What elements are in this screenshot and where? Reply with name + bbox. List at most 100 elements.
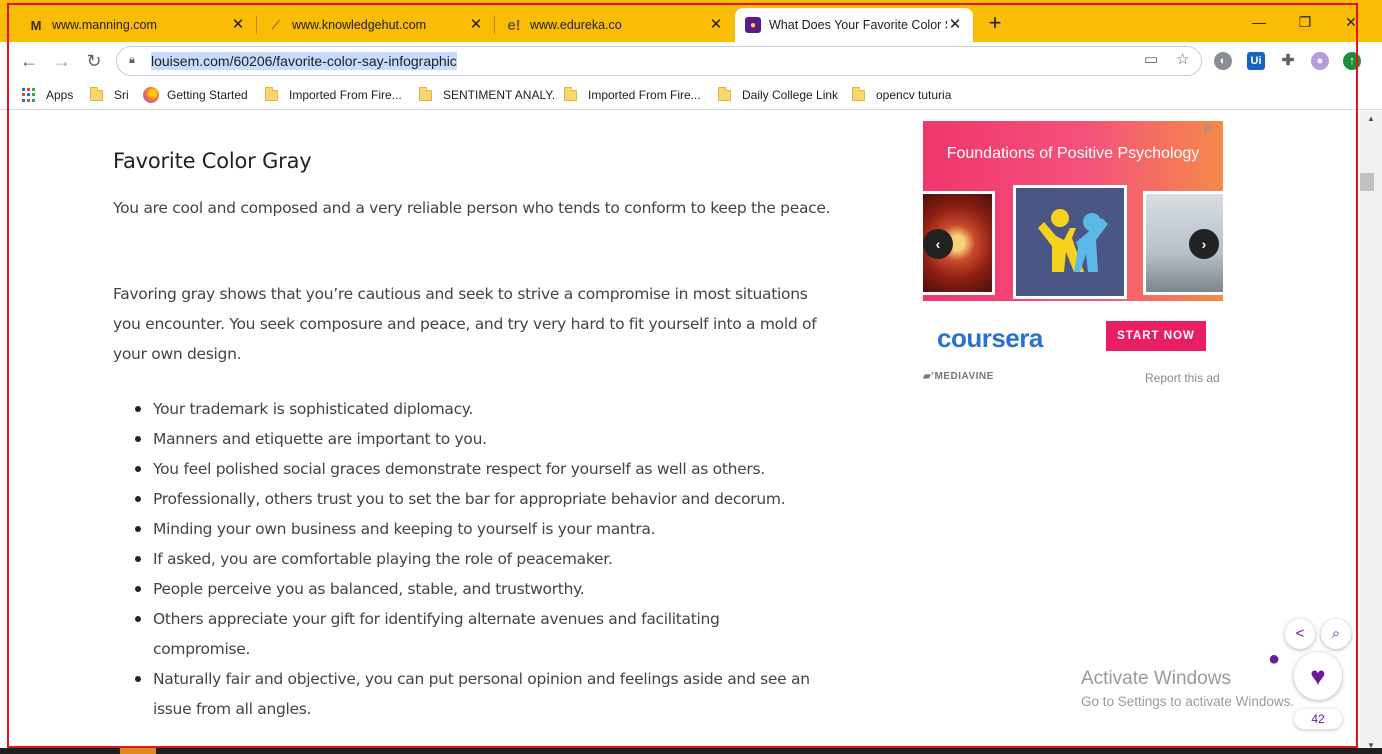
trait-list: Your trademark is sophisticated diplomac… xyxy=(133,394,833,724)
extension-uipath-icon[interactable]: Ui xyxy=(1247,52,1265,70)
bookmark-sentiment[interactable]: SENTIMENT ANALY. xyxy=(419,85,555,105)
people-celebrating-icon xyxy=(1038,209,1108,272)
bookmark-label: Daily College Link xyxy=(742,88,839,102)
profile-avatar-icon[interactable]: ● xyxy=(1311,52,1329,70)
close-icon[interactable]: ✕ xyxy=(708,17,724,33)
bookmark-label: opencv tuturia xyxy=(876,88,952,102)
vertical-scrollbar[interactable]: ▲ ▼ xyxy=(1360,111,1382,754)
new-tab-button[interactable]: + xyxy=(983,12,1007,36)
bookmark-sri[interactable]: Sri xyxy=(90,85,129,105)
firefox-icon xyxy=(143,87,159,103)
louisem-icon: ● xyxy=(745,17,761,33)
user-icon[interactable]: ● xyxy=(1259,644,1289,674)
cast-icon[interactable]: ▭ xyxy=(1144,50,1158,68)
close-icon[interactable]: ✕ xyxy=(230,17,246,33)
update-icon[interactable]: ↑ xyxy=(1343,52,1361,70)
bookmark-label: Getting Started xyxy=(167,88,248,102)
back-icon[interactable]: ← xyxy=(16,48,42,74)
folder-icon xyxy=(419,86,432,101)
ad-slide-image xyxy=(1013,185,1127,299)
maximize-button[interactable]: ❐ xyxy=(1282,10,1328,34)
section-heading: Favorite Color Gray xyxy=(113,149,312,173)
coursera-logo: coursera xyxy=(937,323,1043,353)
list-item: Minding your own business and keeping to… xyxy=(133,514,833,544)
ad-footer: coursera START NOW xyxy=(923,301,1223,371)
report-ad-link[interactable]: Report this ad xyxy=(1145,371,1220,385)
like-count: 42 xyxy=(1294,709,1342,729)
url-text[interactable]: louisem.com/60206/favorite-color-say-inf… xyxy=(151,52,457,70)
tab-knowledgehut[interactable]: ⟋ www.knowledgehut.com ✕ xyxy=(258,8,494,42)
minimize-button[interactable]: — xyxy=(1236,10,1282,34)
address-bar[interactable]: 🔒︎ louisem.com/60206/favorite-color-say-… xyxy=(116,46,1202,76)
tab-favorite-color[interactable]: ● What Does Your Favorite Color Say ✕ xyxy=(735,8,973,42)
page-content: Favorite Color Gray You are cool and com… xyxy=(0,111,1360,754)
activate-windows-title: Activate Windows xyxy=(1081,668,1231,689)
tab-edureka[interactable]: e! www.edureka.co ✕ xyxy=(496,8,734,42)
close-window-button[interactable]: ✕ xyxy=(1328,10,1374,34)
reload-icon[interactable]: ↻ xyxy=(81,48,107,74)
bookmark-opencv[interactable]: opencv tuturia xyxy=(852,85,951,105)
paragraph: You are cool and composed and a very rel… xyxy=(113,199,831,217)
bookmark-apps[interactable]: Apps xyxy=(22,85,73,105)
tab-title: www.knowledgehut.com xyxy=(292,18,427,32)
tab-title: www.edureka.co xyxy=(530,18,622,32)
activate-windows-subtitle: Go to Settings to activate Windows. xyxy=(1081,694,1295,709)
ad-hero: ▷ Foundations of Positive Psychology ‹ › xyxy=(923,121,1223,301)
bookmarks-bar: Apps Sri Getting Started Imported From F… xyxy=(0,80,1382,110)
start-now-button[interactable]: START NOW xyxy=(1106,321,1206,351)
knowledgehut-icon: ⟋ xyxy=(271,17,281,32)
taskbar xyxy=(0,748,1382,754)
search-icon[interactable]: ⌕ xyxy=(1321,619,1351,649)
list-item: Professionally, others trust you to set … xyxy=(133,484,833,514)
ad-title: Foundations of Positive Psychology xyxy=(946,145,1200,162)
extension-apple-icon[interactable]: ◐ xyxy=(1214,52,1232,70)
tab-title: www.manning.com xyxy=(52,18,157,32)
scroll-thumb[interactable] xyxy=(1360,173,1374,191)
list-item: Naturally fair and objective, you can pu… xyxy=(133,664,823,724)
bookmark-daily-college[interactable]: Daily College Link xyxy=(718,85,838,105)
list-item: Manners and etiquette are important to y… xyxy=(133,424,833,454)
tab-strip: M www.manning.com ✕ ⟋ www.knowledgehut.c… xyxy=(0,0,1382,42)
bookmark-star-icon[interactable]: ☆ xyxy=(1176,50,1189,68)
close-icon[interactable]: ✕ xyxy=(468,17,484,33)
edureka-icon: e! xyxy=(507,16,521,34)
folder-icon xyxy=(265,86,278,101)
extensions-puzzle-icon[interactable]: ✚ xyxy=(1279,52,1297,70)
tab-separator xyxy=(256,16,257,34)
bookmark-getting-started[interactable]: Getting Started xyxy=(143,85,248,105)
lock-icon: 🔒︎ xyxy=(129,54,135,66)
list-item: Your trademark is sophisticated diplomac… xyxy=(133,394,833,424)
taskbar-app-icon[interactable] xyxy=(120,748,156,754)
manning-icon: M xyxy=(30,17,42,33)
mediavine-label: MEDIAVINE xyxy=(934,371,994,382)
list-item: Others appreciate your gift for identify… xyxy=(133,604,753,664)
apps-grid-icon xyxy=(22,88,36,102)
tab-manning[interactable]: M www.manning.com ✕ xyxy=(18,8,256,42)
folder-icon xyxy=(852,86,865,101)
mediavine-mark-icon: ▰’ xyxy=(923,371,935,382)
bookmark-imported-1[interactable]: Imported From Fire... xyxy=(265,85,402,105)
heart-icon[interactable]: ♥ xyxy=(1294,652,1342,700)
bookmark-label: Imported From Fire... xyxy=(289,88,402,102)
paragraph: Favoring gray shows that you’re cautious… xyxy=(113,285,817,363)
carousel-prev-icon[interactable]: ‹ xyxy=(923,229,953,259)
ad-banner[interactable]: ▷ Foundations of Positive Psychology ‹ ›… xyxy=(923,121,1223,371)
bookmark-imported-2[interactable]: Imported From Fire... xyxy=(564,85,701,105)
folder-icon xyxy=(718,86,731,101)
browser-toolbar: ← → ↻ 🔒︎ louisem.com/60206/favorite-colo… xyxy=(0,42,1382,80)
forward-icon[interactable]: → xyxy=(49,48,75,74)
close-icon[interactable]: ✕ xyxy=(947,17,963,33)
folder-icon xyxy=(90,86,103,101)
bookmark-label: Sri xyxy=(114,88,129,102)
tab-title: What Does Your Favorite Color Say xyxy=(769,18,947,32)
carousel-next-icon[interactable]: › xyxy=(1189,229,1219,259)
adchoices-icon[interactable]: ▷ xyxy=(1205,123,1217,135)
mediavine-logo: ▰’MEDIAVINE xyxy=(923,371,994,382)
scroll-up-icon[interactable]: ▲ xyxy=(1360,111,1382,127)
folder-icon xyxy=(564,86,577,101)
share-icon[interactable]: < xyxy=(1285,619,1315,649)
bookmark-label: SENTIMENT ANALY. xyxy=(443,88,556,102)
tab-separator xyxy=(494,16,495,34)
bookmark-label: Apps xyxy=(46,88,74,102)
list-item: You feel polished social graces demonstr… xyxy=(133,454,833,484)
